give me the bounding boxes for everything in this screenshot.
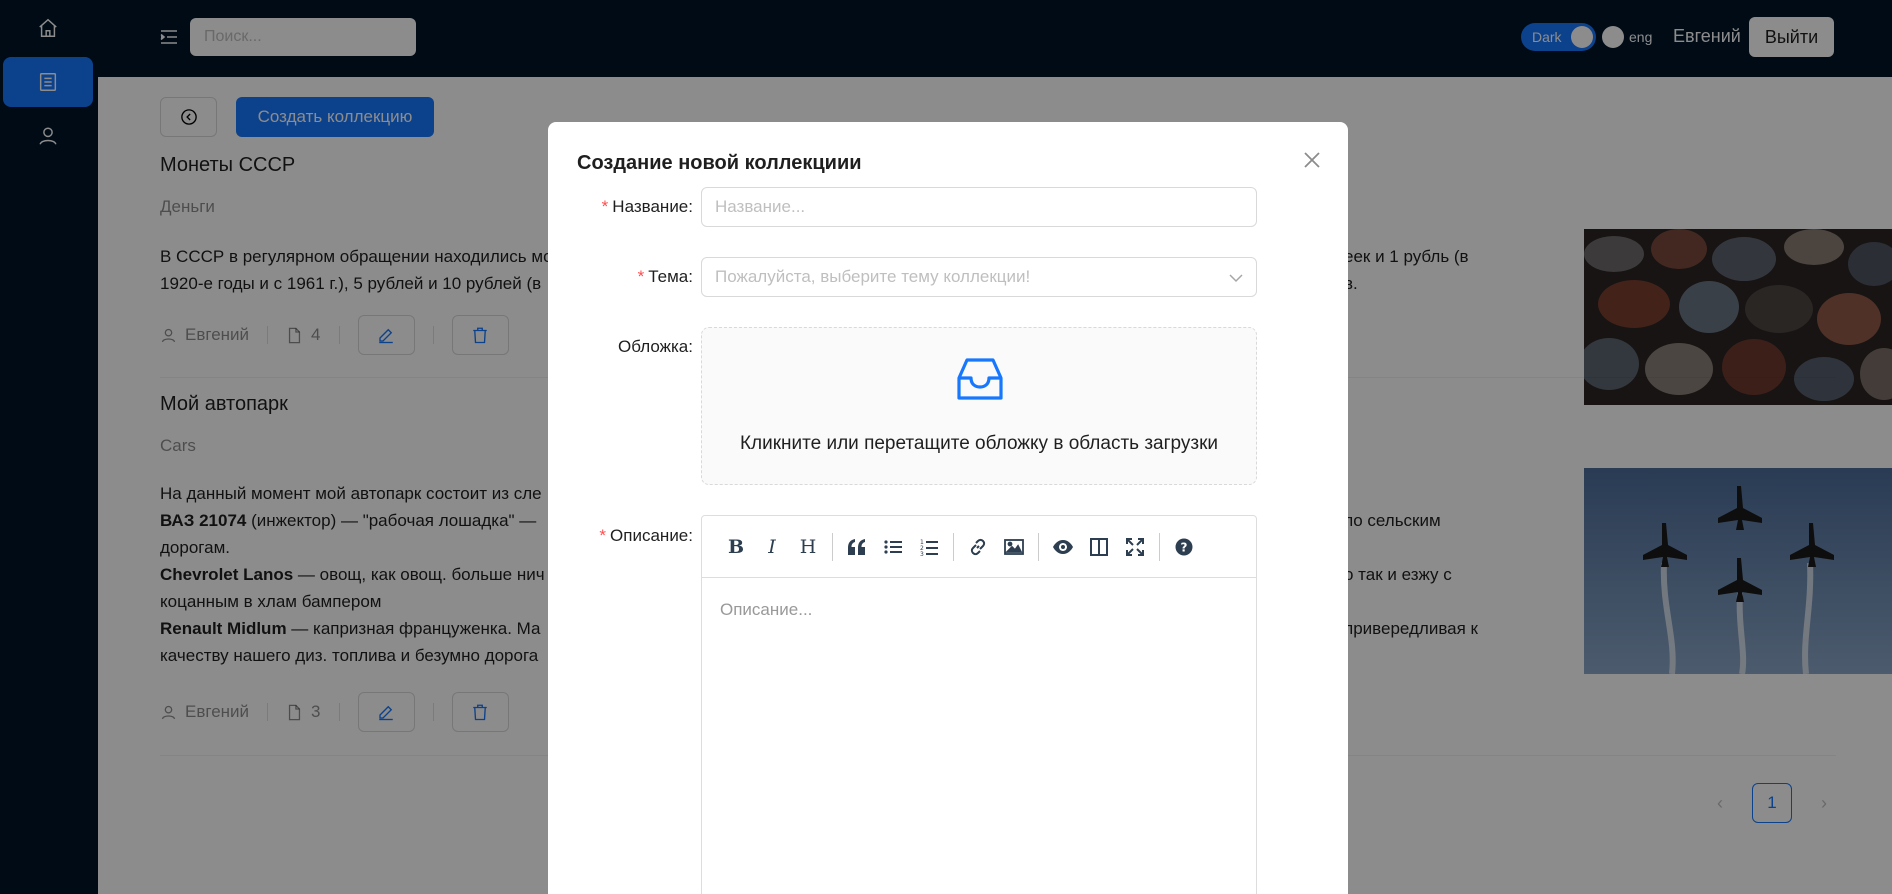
divider — [832, 532, 833, 561]
inbox-icon — [957, 358, 1003, 400]
svg-text:?: ? — [1181, 540, 1188, 554]
description-label: * Описание: — [599, 526, 693, 546]
help-icon[interactable]: ? — [1166, 529, 1202, 565]
label-colon: : — [688, 267, 693, 286]
columns-icon[interactable] — [1081, 529, 1117, 565]
upload-hint: Кликните или перетащите обложку в област… — [739, 433, 1219, 454]
bold-icon[interactable]: B — [718, 529, 754, 565]
ordered-list-icon[interactable]: 123 — [911, 529, 947, 565]
editor-toolbar: B I H 123 ? — [702, 516, 1256, 578]
select-placeholder: Пожалуйста, выберите тему коллекции! — [715, 267, 1031, 286]
label-text: Описание — [610, 526, 689, 545]
svg-text:3: 3 — [920, 551, 924, 556]
topic-select[interactable]: Пожалуйста, выберите тему коллекции! — [701, 257, 1257, 297]
label-colon: : — [688, 526, 693, 545]
label-colon: : — [688, 337, 693, 356]
required-mark: * — [637, 267, 645, 286]
label-text: Тема — [648, 267, 689, 286]
label-text: Название — [612, 197, 689, 216]
description-textarea[interactable]: Описание... — [702, 578, 1256, 642]
divider — [1159, 532, 1160, 561]
cover-upload-area[interactable]: Кликните или перетащите обложку в област… — [701, 327, 1257, 485]
divider — [1038, 532, 1039, 561]
unordered-list-icon[interactable] — [875, 529, 911, 565]
image-icon[interactable] — [996, 529, 1032, 565]
required-mark: * — [599, 526, 607, 545]
name-input[interactable]: Название... — [701, 187, 1257, 227]
label-text: Обложка — [618, 337, 689, 356]
required-mark: * — [601, 197, 609, 216]
topic-label: * Тема: — [638, 267, 693, 287]
italic-icon[interactable]: I — [754, 529, 790, 565]
heading-icon[interactable]: H — [790, 529, 826, 565]
name-label: * Название: — [602, 197, 693, 217]
divider — [953, 532, 954, 561]
quote-icon[interactable] — [839, 529, 875, 565]
create-collection-modal: Создание новой коллекциии * Название: Наз… — [548, 122, 1348, 894]
markdown-editor: B I H 123 ? Описание... — [701, 515, 1257, 894]
fullscreen-icon[interactable] — [1117, 529, 1153, 565]
modal-title: Создание новой коллекциии — [577, 152, 862, 174]
cover-label: Обложка: — [618, 337, 693, 357]
label-colon: : — [688, 197, 693, 216]
preview-eye-icon[interactable] — [1045, 529, 1081, 565]
close-icon[interactable] — [1300, 148, 1324, 172]
link-icon[interactable] — [960, 529, 996, 565]
chevron-down-icon — [1229, 274, 1243, 283]
